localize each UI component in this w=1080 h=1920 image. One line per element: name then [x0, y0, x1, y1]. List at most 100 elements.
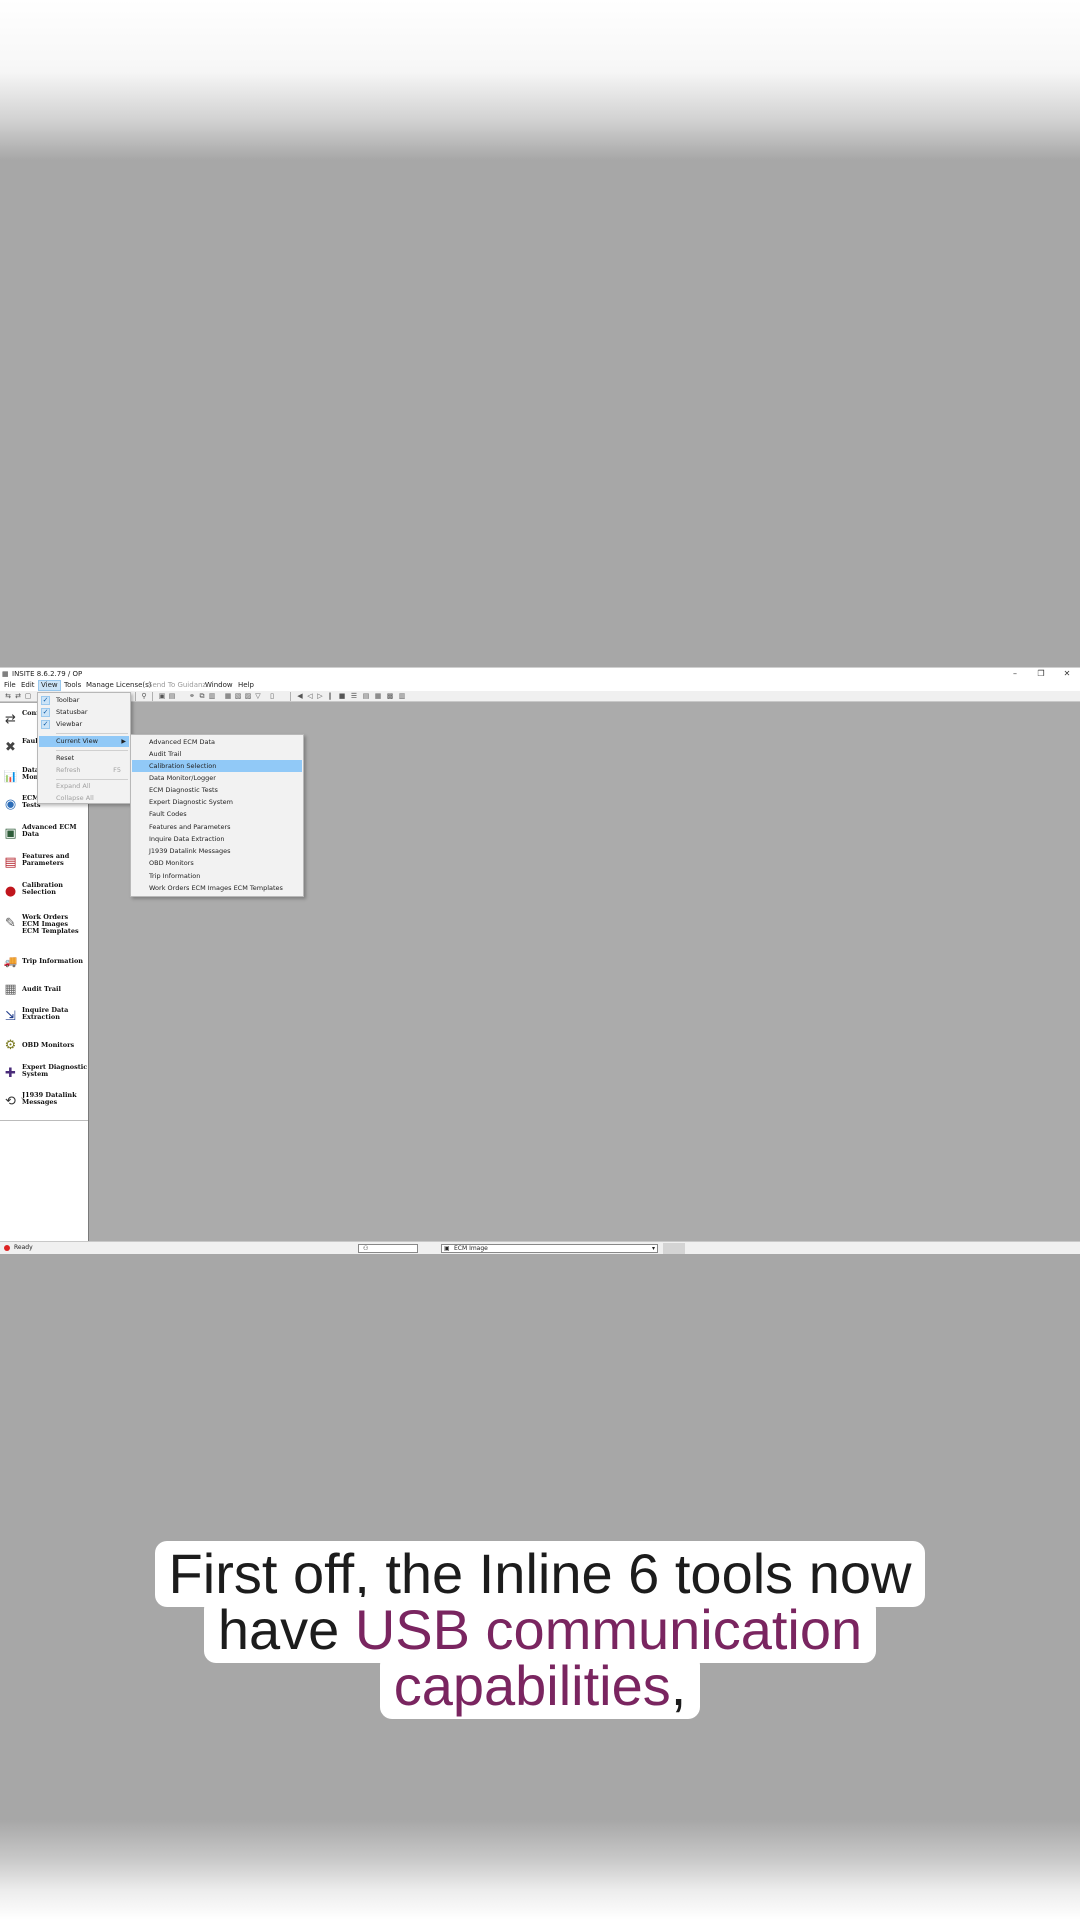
menu-file[interactable]: File — [4, 681, 16, 690]
app-logo-icon: ▦ — [2, 670, 9, 678]
view-menu-viewbar[interactable]: ✓ Viewbar — [39, 719, 129, 730]
sidebar-item-calibration-selection[interactable]: ● Calibration Selection — [2, 880, 88, 904]
view-menu-current-view[interactable]: Current View ▶ — [39, 736, 129, 747]
menu-help[interactable]: Help — [238, 681, 254, 690]
connect-adapter-icon[interactable]: ⚭ — [188, 692, 196, 700]
submenu-j1939-datalink-messages[interactable]: J1939 Datalink Messages — [132, 845, 302, 857]
submenu-audit-trail[interactable]: Audit Trail — [132, 748, 302, 760]
obd-monitors-icon: ⚙ — [4, 1038, 17, 1053]
checkmark-icon: ✓ — [41, 708, 50, 717]
detail-view-icon[interactable]: ▤ — [362, 692, 370, 700]
view-menu-refresh[interactable]: Refresh F5 — [39, 765, 129, 776]
ecm-diagnostic-icon: ◉ — [4, 797, 17, 812]
sidebar-item-label: Expert Diagnostic System — [22, 1063, 88, 1078]
menu-separator — [56, 750, 128, 751]
submenu-trip-information[interactable]: Trip Information — [132, 870, 302, 882]
view-menu-expand-all[interactable]: Expand All — [39, 781, 129, 792]
binoculars-icon[interactable]: ⚲ — [140, 692, 148, 700]
rewind-icon[interactable]: ◀ — [296, 692, 304, 700]
copy-icon[interactable]: ⧉ — [198, 692, 206, 700]
data-monitor-icon: 📊 — [3, 770, 18, 783]
report-icon[interactable]: ▩ — [386, 692, 394, 700]
advanced-ecm-icon: ▣ — [4, 826, 17, 841]
adapter-icon: ⚇ — [363, 1245, 369, 1252]
view-menu-statusbar[interactable]: ✓ Statusbar — [39, 707, 129, 718]
play-icon[interactable]: ▷ — [316, 692, 324, 700]
ecm-image-selector[interactable]: ▣ ECM Image ▾ — [441, 1244, 658, 1253]
submenu-advanced-ecm-data[interactable]: Advanced ECM Data — [132, 736, 302, 748]
sidebar-item-label: Features and Parameters — [22, 852, 70, 867]
view-menu-dropdown: ✓ Toolbar ✓ Statusbar ✓ Viewbar Current … — [37, 692, 131, 804]
document-icon[interactable]: ▯ — [268, 692, 276, 700]
print-preview-icon[interactable]: ▦ — [224, 692, 232, 700]
submenu-fault-codes[interactable]: Fault Codes — [132, 808, 302, 820]
submenu-data-monitor-logger[interactable]: Data Monitor/Logger — [132, 772, 302, 784]
filter-icon[interactable]: ▽ — [254, 692, 262, 700]
status-panel — [663, 1243, 685, 1254]
step-back-icon[interactable]: ◁ — [306, 692, 314, 700]
view-menu-collapse-all[interactable]: Collapse All — [39, 793, 129, 804]
submenu-work-orders[interactable]: Work Orders ECM Images ECM Templates — [132, 882, 302, 894]
submenu-calibration-selection[interactable]: Calibration Selection — [132, 760, 302, 772]
sidebar-item-label: Inquire Data Extraction — [22, 1006, 69, 1021]
title-bar: ▦ INSITE 8.6.2.79 / OP – ❐ ✕ — [0, 668, 1080, 680]
minimize-button[interactable]: – — [1002, 668, 1028, 680]
ecm-image-icon: ▣ — [444, 1245, 450, 1252]
menu-send-to-guidanz[interactable]: Send To Guidanz — [148, 681, 206, 690]
submenu-ecm-diagnostic-tests[interactable]: ECM Diagnostic Tests — [132, 784, 302, 796]
sidebar-item-work-orders[interactable]: ✎ Work Orders ECM Images ECM Templates — [2, 912, 88, 936]
chevron-down-icon: ▾ — [651, 1245, 655, 1252]
submenu-inquire-data-extraction[interactable]: Inquire Data Extraction — [132, 833, 302, 845]
status-text: Ready — [14, 1244, 33, 1251]
calculator-icon[interactable]: ▨ — [244, 692, 252, 700]
sidebar-item-expert-diagnostic-system[interactable]: ✚ Expert Diagnostic System — [2, 1062, 88, 1086]
connect-icon[interactable]: ⇆ — [4, 692, 12, 700]
sidebar-item-advanced-ecm-data[interactable]: ▣ Advanced ECM Data — [2, 822, 88, 846]
sidebar-item-obd-monitors[interactable]: ⚙ OBD Monitors — [2, 1034, 88, 1058]
connection-icon: ⇄ — [5, 712, 16, 727]
sidebar-item-label: J1939 Datalink Messages — [22, 1091, 77, 1106]
sidebar-item-label: Trip Information — [22, 957, 84, 965]
list-view-icon[interactable]: ☰ — [350, 692, 358, 700]
stop-icon[interactable]: ■ — [338, 692, 346, 700]
view-menu-reset[interactable]: Reset — [39, 753, 129, 764]
sidebar-item-label: Advanced ECM Data — [22, 823, 77, 838]
current-view-submenu: Advanced ECM Data Audit Trail Calibratio… — [130, 734, 304, 897]
menu-manage-licenses[interactable]: Manage License(s) — [86, 681, 152, 690]
grid-view-icon[interactable]: ▦ — [374, 692, 382, 700]
disconnect-icon[interactable]: ⇄ — [14, 692, 22, 700]
insite-app-window: ▦ INSITE 8.6.2.79 / OP – ❐ ✕ File Edit V… — [0, 667, 1080, 1254]
sidebar-item-j1939-datalink[interactable]: ⟲ J1939 Datalink Messages — [2, 1090, 88, 1114]
pause-icon[interactable]: ‖ — [326, 692, 334, 700]
close-button[interactable]: ✕ — [1054, 668, 1080, 680]
properties-icon[interactable]: ▤ — [168, 692, 176, 700]
features-parameters-icon: ▤ — [4, 855, 17, 870]
bottom-blur-band — [0, 1820, 1080, 1920]
j1939-datalink-icon: ⟲ — [5, 1094, 16, 1109]
connection-progress: ⚇ — [358, 1244, 418, 1253]
view-menu-toolbar[interactable]: ✓ Toolbar — [39, 695, 129, 706]
sidebar-item-inquire-data-extraction[interactable]: ⇲ Inquire Data Extraction — [2, 1005, 88, 1029]
menu-edit[interactable]: Edit — [21, 681, 35, 690]
sidebar-divider — [0, 1120, 88, 1121]
notes-icon[interactable]: ▥ — [398, 692, 406, 700]
chart-icon[interactable]: ▧ — [234, 692, 242, 700]
view-icon[interactable]: ▣ — [158, 692, 166, 700]
print-icon[interactable]: ▥ — [208, 692, 216, 700]
menu-window[interactable]: Window — [205, 681, 233, 690]
submenu-obd-monitors[interactable]: OBD Monitors — [132, 857, 302, 869]
setup-icon[interactable]: ▢ — [24, 692, 32, 700]
sidebar-item-audit-trail[interactable]: ▦ Audit Trail — [2, 978, 88, 1002]
submenu-features-parameters[interactable]: Features and Parameters — [132, 821, 302, 833]
caption-highlight: capabilities — [393, 1654, 671, 1717]
menu-tools[interactable]: Tools — [64, 681, 81, 690]
submenu-expert-diagnostic-system[interactable]: Expert Diagnostic System — [132, 796, 302, 808]
top-blur-band — [0, 0, 1080, 160]
toolbar: ⇆ ⇄ ▢ ⚲ ▣ ▤ ⚭ ⧉ ▥ ▦ ▧ ▨ ▽ ▯ ◀ ◁ ▷ ‖ ■ ☰ … — [0, 691, 1080, 702]
menu-view[interactable]: View — [38, 680, 61, 691]
maximize-button[interactable]: ❐ — [1028, 668, 1054, 680]
menu-separator — [56, 733, 128, 734]
expert-diagnostic-icon: ✚ — [5, 1066, 16, 1081]
sidebar-item-features-parameters[interactable]: ▤ Features and Parameters — [2, 851, 88, 875]
sidebar-item-trip-information[interactable]: 🚚 Trip Information — [2, 950, 88, 974]
